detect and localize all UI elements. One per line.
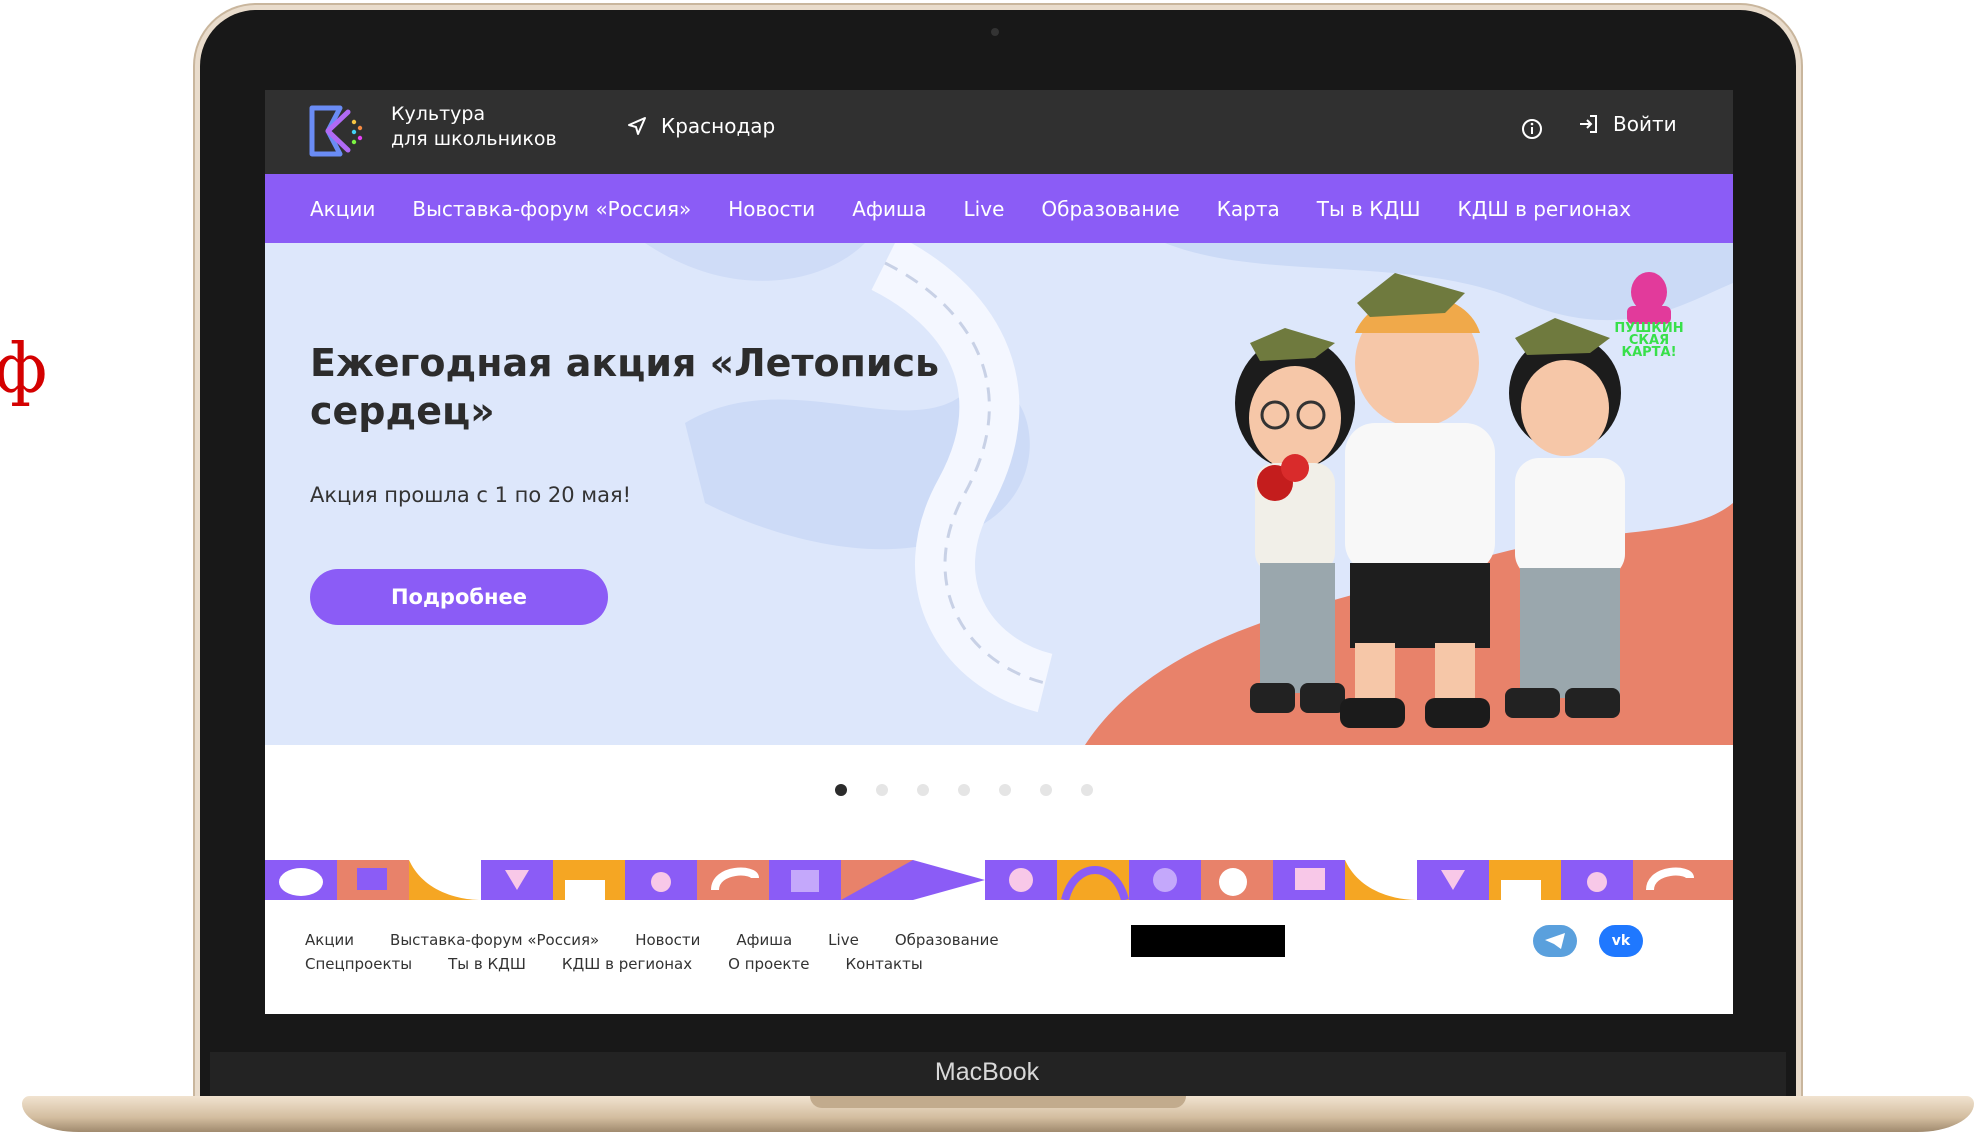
redacted-block — [1131, 925, 1285, 957]
nav-item-education[interactable]: Образование — [1041, 197, 1179, 221]
pushkin-card-badge[interactable]: ПУШКИН СКАЯ КАРТА! — [1595, 270, 1703, 360]
footer-link-afisha[interactable]: Афиша — [736, 928, 792, 952]
footer-link-news[interactable]: Новости — [635, 928, 700, 952]
city-selector[interactable]: Краснодар — [627, 114, 775, 138]
nav-item-actions[interactable]: Акции — [310, 197, 375, 221]
laptop-notch — [810, 1096, 1186, 1108]
city-name: Краснодар — [661, 114, 776, 138]
nav-item-you-in-kdsh[interactable]: Ты в КДШ — [1317, 197, 1421, 221]
nav-item-live[interactable]: Live — [964, 197, 1005, 221]
footer-link-live[interactable]: Live — [828, 928, 859, 952]
hero-subtitle: Акция прошла с 1 по 20 мая! — [310, 483, 632, 507]
nav-item-exhibition[interactable]: Выставка-форум «Россия» — [412, 197, 691, 221]
logo-line-1: Культура — [391, 103, 486, 125]
vk-icon: vk — [1611, 933, 1631, 949]
login-button[interactable]: Войти — [1577, 112, 1677, 136]
footer-link-exhibition[interactable]: Выставка-форум «Россия» — [390, 928, 599, 952]
vk-button[interactable]: vk — [1599, 925, 1643, 957]
carousel-dot[interactable] — [917, 784, 929, 796]
nav-item-news[interactable]: Новости — [728, 197, 815, 221]
carousel-dot[interactable] — [876, 784, 888, 796]
nav-item-map[interactable]: Карта — [1217, 197, 1280, 221]
footer-links: Акции Выставка-форум «Россия» Новости Аф… — [305, 928, 999, 976]
nav-item-afisha[interactable]: Афиша — [852, 197, 926, 221]
badge-line-3: КАРТА! — [1621, 345, 1676, 360]
login-icon — [1580, 115, 1597, 133]
telegram-button[interactable] — [1533, 925, 1577, 957]
hero-title: Ежегодная акция «Летопись сердец» — [310, 341, 940, 433]
decorative-pattern — [265, 860, 1733, 900]
main-nav: Акции Выставка-форум «Россия» Новости Аф… — [265, 174, 1733, 243]
logo-icon[interactable] — [308, 102, 368, 160]
nav-item-regions[interactable]: КДШ в регионах — [1458, 197, 1632, 221]
logo-line-2: для школьников — [391, 128, 557, 150]
carousel-dot[interactable] — [1081, 784, 1093, 796]
login-label: Войти — [1613, 112, 1677, 136]
carousel-dot[interactable] — [1040, 784, 1052, 796]
side-glyph: ф — [0, 330, 48, 409]
camera — [991, 28, 999, 36]
footer-link-education[interactable]: Образование — [895, 928, 999, 952]
carousel-dot[interactable] — [999, 784, 1011, 796]
screen: Культура для школьников Краснодар Войти … — [265, 90, 1733, 1014]
carousel-dot[interactable] — [958, 784, 970, 796]
footer-link-contacts[interactable]: Контакты — [845, 952, 922, 976]
footer-link-actions[interactable]: Акции — [305, 928, 354, 952]
footer-link-you-in-kdsh[interactable]: Ты в КДШ — [448, 952, 526, 976]
info-icon[interactable] — [1517, 114, 1547, 144]
footer-link-about[interactable]: О проекте — [728, 952, 809, 976]
footer-link-specprojects[interactable]: Спецпроекты — [305, 952, 412, 976]
location-arrow-icon — [628, 117, 646, 135]
laptop-brand: MacBook — [934, 1058, 1040, 1086]
hero-banner: Ежегодная акция «Летопись сердец» Акция … — [265, 243, 1733, 745]
footer-link-regions[interactable]: КДШ в регионах — [562, 952, 692, 976]
more-button[interactable]: Подробнее — [310, 569, 608, 625]
footer-row-1: Акции Выставка-форум «Россия» Новости Аф… — [305, 928, 999, 952]
carousel-dot[interactable] — [835, 784, 847, 796]
telegram-icon — [1545, 933, 1565, 949]
footer-row-2: Спецпроекты Ты в КДШ КДШ в регионах О пр… — [305, 952, 999, 976]
top-bar: Культура для школьников Краснодар Войти — [265, 90, 1733, 174]
carousel-dots — [835, 784, 1093, 796]
logo-text[interactable]: Культура для школьников — [391, 102, 557, 152]
